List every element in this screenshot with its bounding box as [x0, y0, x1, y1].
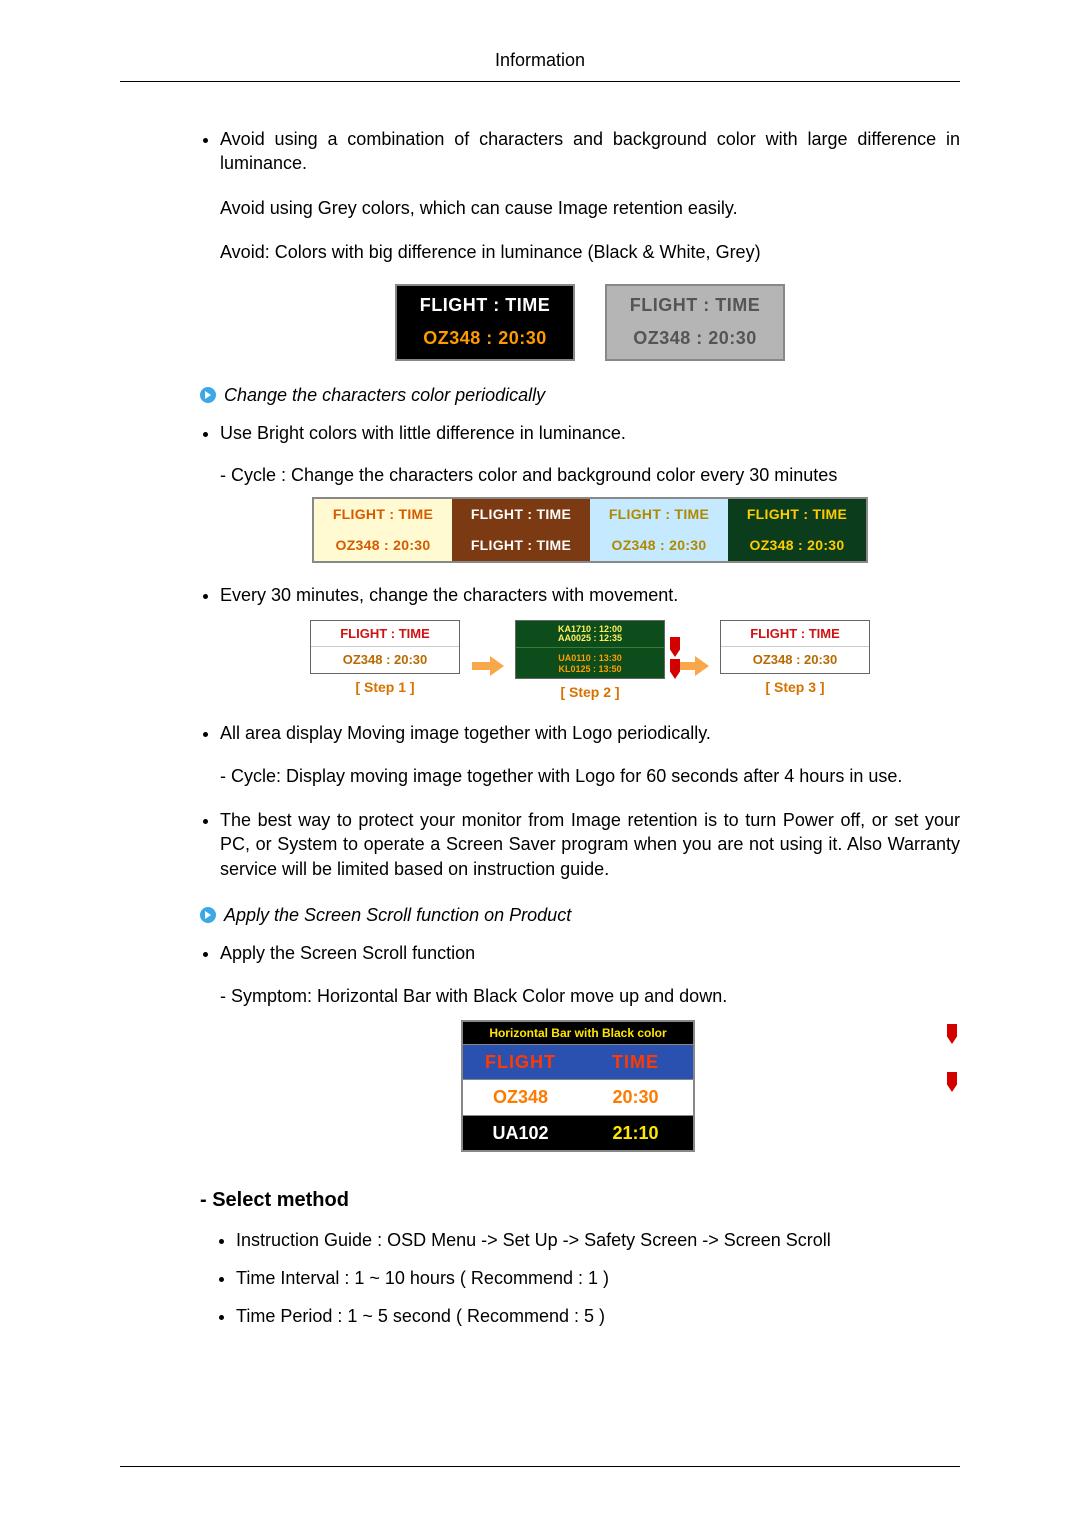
- pin-icon: [944, 1024, 960, 1044]
- arrow-right-icon: [472, 654, 504, 678]
- step1-line1: FLIGHT : TIME: [311, 621, 459, 647]
- step-1: FLIGHT : TIME OZ348 : 20:30 [ Step 1 ]: [310, 620, 460, 697]
- arrow-icon: [200, 907, 216, 923]
- avoid-para3: Avoid: Colors with big difference in lum…: [220, 240, 960, 264]
- example-black-line1: FLIGHT : TIME: [400, 289, 570, 322]
- sm-item-interval: Time Interval : 1 ~ 10 hours ( Recommend…: [236, 1266, 960, 1290]
- panel1-l1: FLIGHT : TIME: [314, 499, 452, 530]
- pin-icon: [667, 659, 683, 679]
- panel2-l2: FLIGHT : TIME: [452, 530, 590, 561]
- logo-cycle: - Cycle: Display moving image together w…: [220, 764, 960, 788]
- section-heading-change-color: Change the characters color periodically: [200, 383, 960, 407]
- step3-line1: FLIGHT : TIME: [721, 621, 869, 647]
- panel1-l2: OZ348 : 20:30: [314, 530, 452, 561]
- scroll-r2c1: OZ348: [463, 1080, 578, 1114]
- step2-l2a: UA0110 : 13:30: [516, 654, 664, 663]
- bullet-best-way: The best way to protect your monitor fro…: [220, 808, 960, 881]
- example-grey-line2: OZ348 : 20:30: [610, 322, 780, 355]
- scroll-row-3: UA102 21:10: [463, 1115, 693, 1150]
- bullet-apply-scroll: Apply the Screen Scroll function - Sympt…: [220, 941, 960, 1152]
- scroll-pins: [944, 1020, 960, 1092]
- content: Avoid using a combination of characters …: [120, 82, 960, 1329]
- example-black-line2: OZ348 : 20:30: [400, 322, 570, 355]
- apply-scroll-text: Apply the Screen Scroll function: [220, 941, 960, 965]
- panel2-l1: FLIGHT : TIME: [452, 499, 590, 530]
- panel3-l2: OZ348 : 20:30: [590, 530, 728, 561]
- bullet-avoid: Avoid using a combination of characters …: [220, 127, 960, 361]
- section-heading-screen-scroll: Apply the Screen Scroll function on Prod…: [200, 903, 960, 927]
- step-3: FLIGHT : TIME OZ348 : 20:30 [ Step 3 ]: [720, 620, 870, 697]
- scroll-r1c1: FLIGHT: [463, 1045, 578, 1079]
- scroll-row-1: FLIGHT TIME: [463, 1044, 693, 1079]
- step-2: KA1710 : 12:00 AA0025 : 12:35 UA0110 : 1…: [515, 620, 665, 702]
- example-grey-line1: FLIGHT : TIME: [610, 289, 780, 322]
- scroll-r2c2: 20:30: [578, 1080, 693, 1114]
- scroll-r3c2: 21:10: [578, 1116, 693, 1150]
- bright-colors-cycle: - Cycle : Change the characters color an…: [220, 463, 960, 487]
- bullet-logo: All area display Moving image together w…: [220, 721, 960, 788]
- logo-text: All area display Moving image together w…: [220, 721, 960, 745]
- avoid-para2: Avoid using Grey colors, which can cause…: [220, 196, 960, 220]
- section-heading-change-color-text: Change the characters color periodically: [224, 383, 545, 407]
- panel-2: FLIGHT : TIME FLIGHT : TIME: [452, 499, 590, 561]
- step2-label: [ Step 2 ]: [515, 683, 665, 702]
- scroll-illustration: Horizontal Bar with Black color FLIGHT T…: [220, 1020, 960, 1152]
- scroll-row-2: OZ348 20:30: [463, 1079, 693, 1114]
- bullet-bright-colors: Use Bright colors with little difference…: [220, 421, 960, 563]
- movement-steps: FLIGHT : TIME OZ348 : 20:30 [ Step 1 ] K…: [310, 620, 870, 702]
- select-method-list: Instruction Guide : OSD Menu -> Set Up -…: [200, 1228, 960, 1329]
- four-panel-examples: FLIGHT : TIME OZ348 : 20:30 FLIGHT : TIM…: [312, 497, 868, 563]
- arrow-icon: [200, 387, 216, 403]
- sm-item-period: Time Period : 1 ~ 5 second ( Recommend :…: [236, 1304, 960, 1328]
- scroll-box: Horizontal Bar with Black color FLIGHT T…: [461, 1020, 695, 1152]
- apply-scroll-symptom: - Symptom: Horizontal Bar with Black Col…: [220, 984, 960, 1008]
- example-box-black: FLIGHT : TIME OZ348 : 20:30: [395, 284, 575, 360]
- movement-text: Every 30 minutes, change the characters …: [220, 583, 960, 607]
- step1-line2: OZ348 : 20:30: [311, 646, 459, 673]
- step1-label: [ Step 1 ]: [310, 678, 460, 697]
- example-row-luminance: FLIGHT : TIME OZ348 : 20:30 FLIGHT : TIM…: [220, 284, 960, 360]
- select-method-title: - Select method: [200, 1187, 960, 1214]
- scroll-r1c2: TIME: [578, 1045, 693, 1079]
- footer-rule: [120, 1466, 960, 1467]
- scroll-r3c1: UA102: [463, 1116, 578, 1150]
- page: Information Avoid using a combination of…: [0, 0, 1080, 1527]
- avoid-para1: Avoid using a combination of characters …: [220, 127, 960, 176]
- sm-item-guide: Instruction Guide : OSD Menu -> Set Up -…: [236, 1228, 960, 1252]
- best-way-text: The best way to protect your monitor fro…: [220, 808, 960, 881]
- step3-line2: OZ348 : 20:30: [721, 646, 869, 673]
- header-title: Information: [495, 50, 585, 70]
- panel-3: FLIGHT : TIME OZ348 : 20:30: [590, 499, 728, 561]
- step2-l1b: AA0025 : 12:35: [516, 634, 664, 643]
- panel3-l1: FLIGHT : TIME: [590, 499, 728, 530]
- pin-icon: [667, 637, 683, 657]
- step3-label: [ Step 3 ]: [720, 678, 870, 697]
- scroll-bar-label: Horizontal Bar with Black color: [463, 1022, 693, 1044]
- section-heading-screen-scroll-text: Apply the Screen Scroll function on Prod…: [224, 903, 571, 927]
- pin-icon: [944, 1072, 960, 1092]
- example-box-grey: FLIGHT : TIME OZ348 : 20:30: [605, 284, 785, 360]
- page-header: Information: [120, 50, 960, 82]
- panel4-l2: OZ348 : 20:30: [728, 530, 866, 561]
- panel-1: FLIGHT : TIME OZ348 : 20:30: [314, 499, 452, 561]
- bright-colors-text: Use Bright colors with little difference…: [220, 421, 960, 445]
- bullet-movement: Every 30 minutes, change the characters …: [220, 583, 960, 701]
- step2-l2b: KL0125 : 13:50: [516, 665, 664, 674]
- panel-4: FLIGHT : TIME OZ348 : 20:30: [728, 499, 866, 561]
- panel4-l1: FLIGHT : TIME: [728, 499, 866, 530]
